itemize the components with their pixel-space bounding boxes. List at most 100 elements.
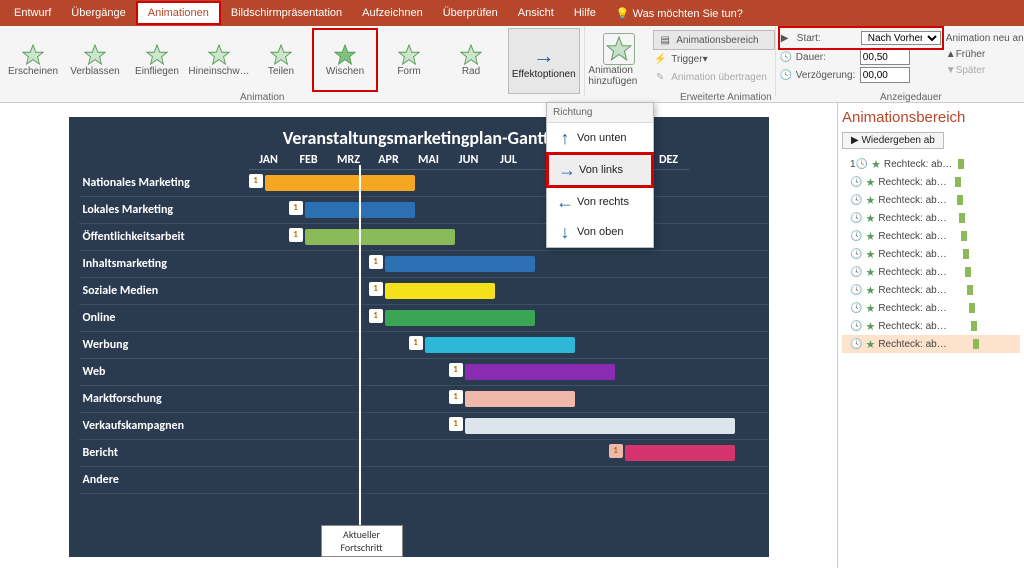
gantt-row: Inhaltsmarketing1: [79, 251, 769, 278]
star-icon: ★: [865, 248, 875, 261]
delay-row[interactable]: 🕓Verzögerung:: [780, 66, 942, 84]
gantt-bar[interactable]: [465, 418, 735, 434]
star-icon: [398, 44, 420, 66]
anim-form[interactable]: Form: [378, 30, 440, 90]
anim-wischen[interactable]: Wischen: [312, 28, 378, 92]
pane-title: Animationsbereich: [842, 109, 1020, 126]
pane-anim-item[interactable]: 🕓★Rechteck: ab…: [842, 191, 1020, 209]
anim-teilen[interactable]: Teilen: [250, 30, 312, 90]
gantt-bar[interactable]: [385, 256, 535, 272]
anim-rad[interactable]: Rad: [440, 30, 502, 90]
timeline-bar: [955, 177, 961, 187]
gantt-bar[interactable]: [385, 283, 495, 299]
gantt-bar[interactable]: [265, 175, 415, 191]
anim-order-badge: 1: [369, 255, 383, 269]
tab-view[interactable]: Ansicht: [508, 3, 564, 23]
gantt-row: Lokales Marketing 1: [79, 197, 769, 224]
delay-input[interactable]: [860, 67, 910, 83]
add-animation-button[interactable]: Animation hinzufügen: [588, 28, 649, 92]
tab-animations[interactable]: Animationen: [136, 1, 221, 25]
anim-hineinschw…[interactable]: Hineinschw…: [188, 30, 250, 90]
pane-anim-item[interactable]: 🕓★Rechteck: ab…: [842, 281, 1020, 299]
slide-canvas[interactable]: Veranstaltungsmarketingplan-Gantt- JANFE…: [69, 117, 769, 557]
pane-anim-item[interactable]: 🕓★Rechteck: ab…: [842, 227, 1020, 245]
star-icon: [84, 44, 106, 66]
gantt-bar[interactable]: [625, 445, 735, 461]
anim-einfliegen[interactable]: Einfliegen: [126, 30, 188, 90]
row-label: Lokales Marketing: [79, 203, 251, 217]
group-timing: Anzeigedauer: [880, 92, 942, 103]
month-header: JANFEBMRZAPRMAIJUNJULKTNOVDEZ: [249, 153, 769, 170]
gantt-bar[interactable]: [385, 310, 535, 326]
anim-order-badge: 1: [449, 417, 463, 431]
trigger-button[interactable]: ⚡Trigger ▾: [653, 50, 775, 68]
arrow-left-icon: ←: [553, 192, 577, 213]
group-animation: Animation: [240, 92, 284, 103]
tab-transitions[interactable]: Übergänge: [61, 3, 135, 23]
start-row[interactable]: ▶Start:Nach Vorher…: [780, 28, 942, 48]
clock-icon: 🕓: [850, 231, 862, 242]
pane-anim-item[interactable]: 🕓★Rechteck: ab…: [842, 299, 1020, 317]
star-icon: [22, 44, 44, 66]
tab-design[interactable]: Entwurf: [4, 3, 61, 23]
gantt-bar[interactable]: [305, 229, 455, 245]
anim-order-badge: 1: [369, 282, 383, 296]
pane-anim-item[interactable]: 🕓★Rechteck: ab…: [842, 263, 1020, 281]
star-icon: ★: [865, 230, 875, 243]
tab-review[interactable]: Überprüfen: [433, 3, 508, 23]
pane-anim-item[interactable]: 🕓★Rechteck: ab…: [842, 335, 1020, 353]
effect-options-button[interactable]: → Effektoptionen: [508, 28, 580, 94]
clock-icon: 🕓: [780, 52, 792, 63]
anim-erscheinen[interactable]: Erscheinen: [2, 30, 64, 90]
anim-order-badge: 1: [449, 390, 463, 404]
anim-order-badge: 1: [289, 201, 303, 215]
gantt-row: Soziale Medien1: [79, 278, 769, 305]
star-icon: ★: [865, 266, 875, 279]
arrow-up-icon: ↑: [553, 128, 577, 149]
star-icon: [460, 44, 482, 66]
duration-row[interactable]: 🕓Dauer:: [780, 48, 942, 66]
progress-line: [359, 165, 361, 531]
move-earlier[interactable]: ▲ Früher: [946, 46, 1024, 62]
tab-help[interactable]: Hilfe: [564, 3, 606, 23]
arrow-right-icon: →: [533, 43, 555, 69]
row-label: Werbung: [79, 338, 251, 352]
gantt-bar[interactable]: [465, 364, 615, 380]
from-left[interactable]: →Von links: [547, 153, 653, 187]
clock-icon: 🕓: [780, 70, 792, 81]
star-icon: [270, 44, 292, 66]
pane-anim-item[interactable]: 🕓★Rechteck: ab…: [842, 173, 1020, 191]
timeline-bar: [959, 213, 965, 223]
animation-pane-button[interactable]: ▤Animationsbereich: [653, 30, 775, 50]
pane-anim-item[interactable]: 🕓★Rechteck: ab…: [842, 245, 1020, 263]
gantt-row: Online1: [79, 305, 769, 332]
anim-order-badge: 1: [449, 363, 463, 377]
clock-icon: 🕓: [850, 213, 862, 224]
pane-anim-item[interactable]: 🕓★Rechteck: ab…: [842, 317, 1020, 335]
tab-slideshow[interactable]: Bildschirmpräsentation: [221, 3, 352, 23]
anim-order-badge: 1: [609, 444, 623, 458]
anim-verblassen[interactable]: Verblassen: [64, 30, 126, 90]
reorder-label: Animation neu an: [946, 30, 1024, 46]
gantt-bar[interactable]: [425, 337, 575, 353]
star-icon: ★: [865, 284, 875, 297]
pane-anim-item[interactable]: 1 🕓★Rechteck: ab…: [842, 155, 1020, 173]
direction-header: Richtung: [547, 103, 653, 123]
start-select[interactable]: Nach Vorher…: [861, 31, 941, 45]
duration-input[interactable]: [860, 49, 910, 65]
play-from-button[interactable]: ▶ Wiedergeben ab: [842, 132, 944, 149]
effect-options-dropdown: Richtung ↑Von unten →Von links ←Von rech…: [546, 102, 654, 248]
arrow-right-icon: →: [555, 160, 579, 181]
tab-record[interactable]: Aufzeichnen: [352, 3, 433, 23]
from-bottom[interactable]: ↑Von unten: [547, 123, 653, 153]
gantt-row: Nationales Marketing1: [79, 170, 769, 197]
animation-painter: ✎Animation übertragen: [653, 68, 775, 86]
from-top[interactable]: ↓Von oben: [547, 217, 653, 247]
gantt-bar[interactable]: [465, 391, 575, 407]
pane-anim-item[interactable]: 🕓★Rechteck: ab…: [842, 209, 1020, 227]
from-right[interactable]: ←Von rechts: [547, 187, 653, 217]
row-label: Verkaufskampagnen: [79, 419, 251, 433]
tellme[interactable]: 💡 Was möchten Sie tun?: [606, 3, 753, 24]
star-icon: ★: [865, 338, 875, 351]
row-label: Bericht: [79, 446, 251, 460]
